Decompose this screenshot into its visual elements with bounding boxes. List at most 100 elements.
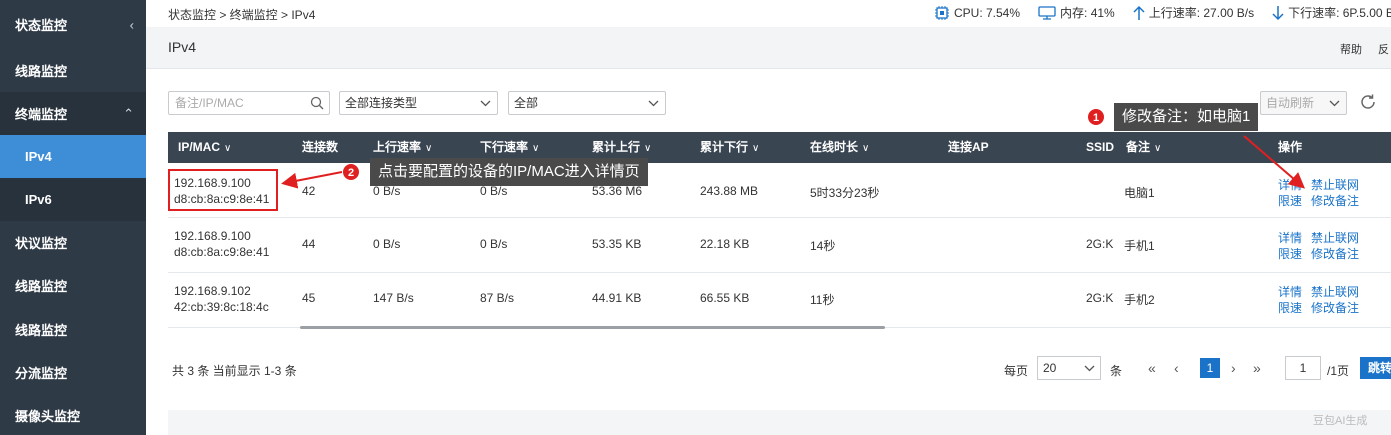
chevron-down-icon: ∨ [425,143,433,154]
sidebar-item-ipv4[interactable]: IPv4 [0,135,146,178]
total-up-cell: 53.35 KB [592,237,642,251]
note-cell: 电脑1 [1124,186,1155,200]
prev-page-icon[interactable]: ‹ [1174,360,1179,376]
total-down-cell: 22.18 KB [700,237,750,251]
cpu-usage: CPU: 7.54% [954,5,1021,20]
connections-cell: 44 [302,237,316,251]
sidebar-item-split-monitor[interactable]: 分流监控 [0,351,146,394]
chevron-down-icon: ∨ [532,143,540,154]
ssid-cell: 2G:K [1086,237,1114,251]
speed-limit-link[interactable]: 限速 [1278,299,1302,316]
cpu-icon [935,5,949,20]
callout-2: 点击要配置的设备的IP/MAC进入详情页 [370,158,648,186]
chevron-down-icon: ∨ [752,143,760,154]
sidebar: 状态监控 ‹ 线路监控 终端监控 ⌃ IPv4 IPv6 状议监控 线路监控 线… [0,0,146,435]
chevron-down-icon [1084,365,1095,372]
chevron-left-icon: ‹ [129,17,134,32]
download-rate: 下行速率: 6P.5.00 B [1288,6,1391,20]
total-down-cell: 243.88 MB [700,184,759,198]
sidebar-item-line-monitor-2[interactable]: 线路监控 [0,264,146,307]
sidebar-item-camera-monitor[interactable]: 摄像头监控 [0,394,146,435]
topbar: 状态监控 > 终端监控 > IPv4 CPU: 7.54% 内存: 41% 上行… [146,0,1391,27]
per-page-label: 每页 [1004,364,1029,378]
sidebar-item-status-monitor[interactable]: 状态监控 ‹ [0,3,146,46]
details-link[interactable]: 详情 [1278,176,1302,193]
edit-note-link[interactable]: 修改备注 [1311,245,1359,262]
total-down-cell: 66.55 KB [700,291,750,305]
column-online-time[interactable]: 在线时长 ∨ [810,132,869,163]
down-rate-cell: 0 B/s [480,237,508,251]
goto-page-input[interactable]: 1 [1285,356,1321,380]
column-ip-mac[interactable]: IP/MAC ∨ [178,132,231,163]
upload-rate: 上行速率: 27.00 B/s [1148,6,1255,20]
total-up-cell: 53.36 M6 [592,184,643,198]
help-link[interactable]: 帮助 [1340,41,1362,57]
sidebar-item-line-monitor-3[interactable]: 线路监控 [0,308,146,351]
page-1-button[interactable]: 1 [1200,358,1220,378]
connections-cell: 42 [302,184,316,198]
goto-button[interactable]: 跳转 [1360,357,1391,379]
callout-1: 修改备注：如电脑1 [1114,103,1259,131]
footer-strip [168,410,1391,435]
sidebar-item-protocol-monitor[interactable]: 状议监控 [0,221,146,264]
chevron-down-icon: ∨ [862,143,870,154]
speed-limit-link[interactable]: 限速 [1278,245,1302,262]
all-filter-select[interactable]: 全部 [508,91,666,115]
column-note[interactable]: 备注 ∨ [1126,132,1161,163]
column-total-down[interactable]: 累计下行 ∨ [700,132,759,163]
total-pages: /1页 [1327,364,1350,378]
ip-mac-cell[interactable]: 192.168.9.100 d8:cb:8a:c9:8e:41 [174,228,269,260]
arrow-up-icon [1133,5,1145,20]
memory-usage: 内存: 41% [1060,6,1115,20]
chevron-down-icon: ∨ [1154,143,1162,154]
search-input[interactable] [169,92,299,114]
chevron-down-icon: ∨ [224,143,232,154]
online-time-cell: 5时33分23秒 [810,186,880,200]
block-network-link[interactable]: 禁止联网 [1311,176,1359,193]
feedback-link[interactable]: 反 [1378,41,1389,57]
highlight-box [168,169,278,211]
watermark: 豆包AI生成 [1313,415,1368,427]
ssid-cell: 2G:K [1086,291,1114,305]
up-rate-cell: 147 B/s [373,291,414,305]
table-header: IP/MAC ∨ 连接数 上行速率 ∨ 下行速率 ∨ 累计上行 ∨ 累计下行 ∨ 在线时长… [168,132,1391,163]
per-page-unit: 条 [1110,364,1123,378]
horizontal-scrollbar[interactable] [300,326,885,329]
callout-2-badge: 2 [342,163,360,181]
page-title: IPv4 [168,39,197,55]
auto-refresh-select[interactable]: 自动刷新 [1260,91,1347,115]
chevron-up-icon: ⌃ [123,105,134,121]
sidebar-item-ipv6[interactable]: IPv6 [0,178,146,221]
chevron-down-icon [1329,100,1340,107]
breadcrumb: 状态监控 > 终端监控 > IPv4 [168,8,316,22]
edit-note-link[interactable]: 修改备注 [1311,192,1359,209]
connection-type-select[interactable]: 全部连接类型 [339,91,498,115]
column-connections[interactable]: 连接数 [302,132,338,163]
block-network-link[interactable]: 禁止联网 [1311,229,1359,246]
sidebar-item-line-monitor[interactable]: 线路监控 [0,49,146,92]
arrow-down-icon [1272,5,1284,20]
block-network-link[interactable]: 禁止联网 [1311,283,1359,300]
page-header: IPv4 帮助 反 [146,27,1391,69]
online-time-cell: 11秒 [810,293,835,307]
table-row: 192.168.9.102 42:cb:39:8c:18:4c 45 147 B… [168,273,1391,328]
ip-mac-cell[interactable]: 192.168.9.102 42:cb:39:8c:18:4c [174,283,269,315]
edit-note-link[interactable]: 修改备注 [1311,299,1359,316]
memory-icon [1038,5,1056,20]
column-actions: 操作 [1278,140,1303,154]
last-page-icon[interactable]: » [1253,360,1261,376]
per-page-select[interactable]: 20 [1037,356,1101,380]
note-cell: 手机1 [1124,239,1155,253]
speed-limit-link[interactable]: 限速 [1278,192,1302,209]
sidebar-item-terminal-monitor[interactable]: 终端监控 ⌃ [0,92,146,135]
table-row: 192.168.9.100 d8:cb:8a:c9:8e:41 44 0 B/s… [168,218,1391,273]
first-page-icon[interactable]: « [1148,360,1156,376]
pager-summary: 共 3 条 当前显示 1-3 条 [172,364,297,378]
details-link[interactable]: 详情 [1278,283,1302,300]
next-page-icon[interactable]: › [1231,360,1236,376]
search-icon[interactable] [310,96,324,110]
details-link[interactable]: 详情 [1278,229,1302,246]
note-cell: 手机2 [1124,293,1155,307]
refresh-icon[interactable] [1358,92,1378,112]
search-box [168,91,330,115]
